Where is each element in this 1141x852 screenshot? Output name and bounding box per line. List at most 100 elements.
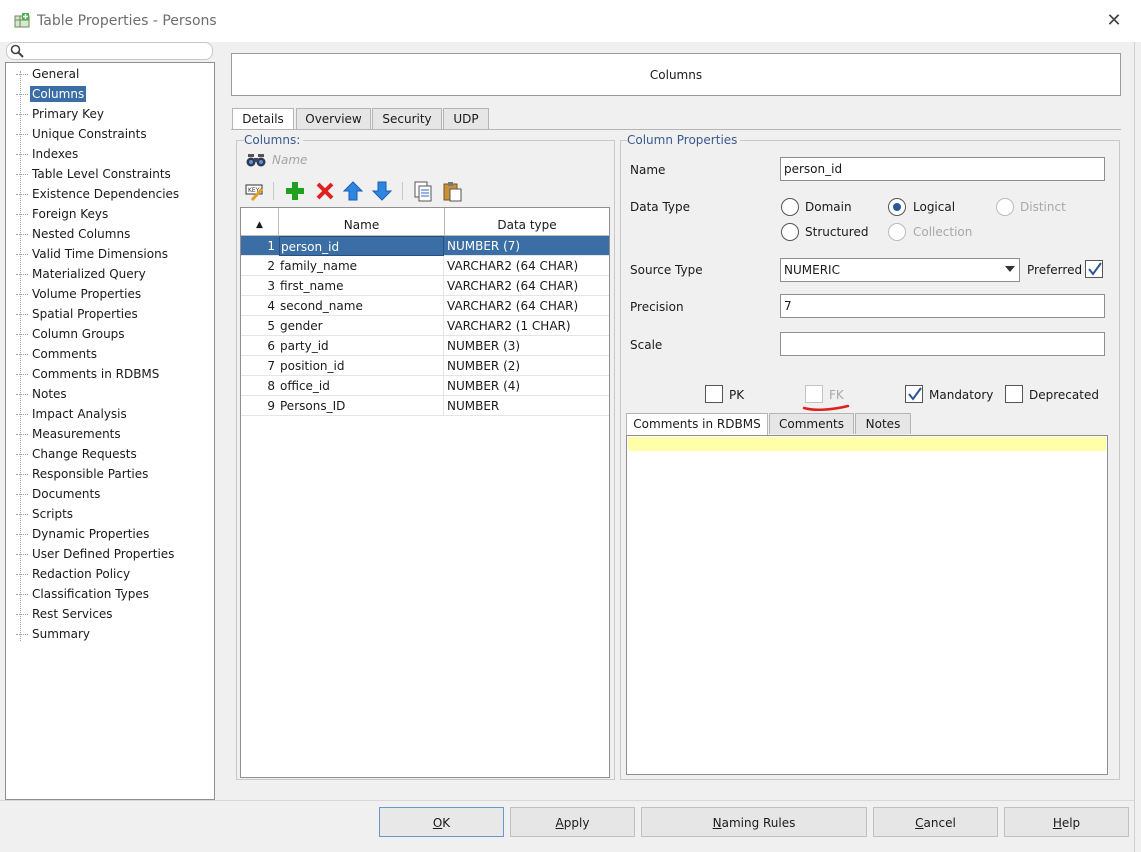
column-header-name[interactable]: Name bbox=[279, 208, 445, 236]
edit-icon[interactable]: KEY bbox=[244, 180, 266, 202]
table-row[interactable]: 5 gender VARCHAR2 (1 CHAR) bbox=[241, 316, 609, 336]
table-row[interactable]: 6 party_id NUMBER (3) bbox=[241, 336, 609, 356]
nav-item-volume-properties[interactable]: Volume Properties bbox=[16, 284, 143, 304]
nav-item-user-defined-properties[interactable]: User Defined Properties bbox=[16, 544, 176, 564]
nav-item-label: User Defined Properties bbox=[32, 547, 175, 561]
nav-item-comments[interactable]: Comments bbox=[16, 344, 99, 364]
tab-security[interactable]: Security bbox=[372, 108, 442, 129]
nav-item-classification-types[interactable]: Classification Types bbox=[16, 584, 151, 604]
paste-icon[interactable] bbox=[441, 180, 463, 202]
copy-icon[interactable] bbox=[412, 180, 434, 202]
cell-type: NUMBER (4) bbox=[447, 379, 521, 393]
precision-field[interactable]: 7 bbox=[780, 294, 1105, 318]
ok-button[interactable]: OK bbox=[379, 807, 504, 837]
table-row[interactable]: 3 first_name VARCHAR2 (64 CHAR) bbox=[241, 276, 609, 296]
comments-textarea[interactable] bbox=[626, 435, 1108, 775]
nav-item-columns[interactable]: Columns bbox=[16, 84, 87, 104]
nav-item-existence-dependencies[interactable]: Existence Dependencies bbox=[16, 184, 181, 204]
radio-structured[interactable] bbox=[781, 223, 799, 241]
nav-item-documents[interactable]: Documents bbox=[16, 484, 102, 504]
source-type-label: Source Type bbox=[630, 263, 703, 277]
nav-search-input[interactable] bbox=[6, 42, 213, 60]
cell-type: VARCHAR2 (64 CHAR) bbox=[447, 279, 579, 293]
nav-item-impact-analysis[interactable]: Impact Analysis bbox=[16, 404, 129, 424]
source-type-select[interactable]: NUMERIC bbox=[780, 258, 1020, 282]
close-icon[interactable]: ✕ bbox=[1102, 10, 1126, 32]
chevron-down-icon[interactable] bbox=[1005, 266, 1015, 272]
window-title: Table Properties - Persons bbox=[37, 13, 217, 29]
table-row[interactable]: 8 office_id NUMBER (4) bbox=[241, 376, 609, 396]
radio-collection[interactable] bbox=[888, 223, 906, 241]
pk-checkbox[interactable] bbox=[705, 385, 723, 403]
table-row[interactable]: 9 Persons_ID NUMBER bbox=[241, 396, 609, 416]
nav-item-nested-columns[interactable]: Nested Columns bbox=[16, 224, 132, 244]
nav-item-primary-key[interactable]: Primary Key bbox=[16, 104, 106, 124]
tab-comments[interactable]: Comments bbox=[769, 413, 854, 434]
cancel-button[interactable]: Cancel bbox=[873, 807, 998, 837]
name-field[interactable]: person_id bbox=[780, 157, 1105, 181]
tab-notes[interactable]: Notes bbox=[855, 413, 911, 434]
tab-overview[interactable]: Overview bbox=[296, 108, 371, 129]
table-row[interactable]: 1 person_id NUMBER (7) bbox=[241, 236, 609, 256]
row-number: 8 bbox=[267, 379, 275, 393]
column-properties-label: Column Properties bbox=[627, 133, 741, 147]
binoculars-icon[interactable] bbox=[246, 151, 266, 169]
nav-item-rest-services[interactable]: Rest Services bbox=[16, 604, 115, 624]
table-header: ▲ Name Data type bbox=[241, 208, 609, 236]
nav-item-label: Documents bbox=[32, 487, 101, 501]
radio-distinct-label: Distinct bbox=[1020, 200, 1066, 214]
help-button[interactable]: Help bbox=[1004, 807, 1129, 837]
row-number: 7 bbox=[267, 359, 275, 373]
nav-item-general[interactable]: General bbox=[16, 64, 81, 84]
nav-item-foreign-keys[interactable]: Foreign Keys bbox=[16, 204, 110, 224]
mandatory-checkbox[interactable] bbox=[905, 385, 923, 403]
cell-name: person_id bbox=[279, 236, 444, 256]
nav-item-label: Summary bbox=[32, 627, 90, 641]
sort-icon[interactable]: ▲ bbox=[241, 208, 279, 236]
nav-item-column-groups[interactable]: Column Groups bbox=[16, 324, 127, 344]
nav-item-label: Change Requests bbox=[32, 447, 137, 461]
radio-distinct[interactable] bbox=[996, 198, 1014, 216]
preferred-label: Preferred bbox=[1027, 263, 1083, 277]
nav-item-notes[interactable]: Notes bbox=[16, 384, 69, 404]
move-up-icon[interactable] bbox=[342, 180, 364, 202]
nav-item-materialized-query[interactable]: Materialized Query bbox=[16, 264, 148, 284]
radio-domain[interactable] bbox=[781, 198, 799, 216]
nav-item-label: Impact Analysis bbox=[32, 407, 127, 421]
nav-item-unique-constraints[interactable]: Unique Constraints bbox=[16, 124, 149, 144]
radio-logical[interactable] bbox=[888, 198, 906, 216]
nav-item-label: Column Groups bbox=[32, 327, 125, 341]
preferred-checkbox[interactable] bbox=[1085, 260, 1103, 278]
nav-item-responsible-parties[interactable]: Responsible Parties bbox=[16, 464, 150, 484]
cell-name: position_id bbox=[279, 356, 444, 376]
apply-button[interactable]: Apply bbox=[510, 807, 635, 837]
pk-label: PK bbox=[729, 388, 745, 402]
nav-item-valid-time-dimensions[interactable]: Valid Time Dimensions bbox=[16, 244, 170, 264]
nav-item-comments-in-rdbms[interactable]: Comments in RDBMS bbox=[16, 364, 161, 384]
table-row[interactable]: 4 second_name VARCHAR2 (64 CHAR) bbox=[241, 296, 609, 316]
deprecated-checkbox[interactable] bbox=[1005, 385, 1023, 403]
naming-rules-button[interactable]: Naming Rules bbox=[641, 807, 867, 837]
nav-item-indexes[interactable]: Indexes bbox=[16, 144, 80, 164]
column-filter-input[interactable]: Name bbox=[272, 153, 307, 167]
nav-item-scripts[interactable]: Scripts bbox=[16, 504, 75, 524]
add-icon[interactable] bbox=[284, 180, 306, 202]
delete-icon[interactable] bbox=[314, 180, 336, 202]
red-underline-annotation bbox=[802, 404, 850, 411]
column-header-type[interactable]: Data type bbox=[445, 208, 609, 236]
move-down-icon[interactable] bbox=[371, 180, 393, 202]
nav-item-change-requests[interactable]: Change Requests bbox=[16, 444, 139, 464]
nav-item-spatial-properties[interactable]: Spatial Properties bbox=[16, 304, 140, 324]
table-row[interactable]: 2 family_name VARCHAR2 (64 CHAR) bbox=[241, 256, 609, 276]
nav-item-summary[interactable]: Summary bbox=[16, 624, 92, 644]
nav-item-label: General bbox=[32, 67, 80, 81]
nav-item-measurements[interactable]: Measurements bbox=[16, 424, 123, 444]
nav-item-redaction-policy[interactable]: Redaction Policy bbox=[16, 564, 132, 584]
tab-details[interactable]: Details bbox=[232, 108, 294, 130]
tab-comments-in-rdbms[interactable]: Comments in RDBMS bbox=[626, 413, 768, 435]
tab-udp[interactable]: UDP bbox=[443, 108, 489, 129]
scale-field[interactable] bbox=[780, 332, 1105, 356]
nav-item-table-level-constraints[interactable]: Table Level Constraints bbox=[16, 164, 173, 184]
table-row[interactable]: 7 position_id NUMBER (2) bbox=[241, 356, 609, 376]
nav-item-dynamic-properties[interactable]: Dynamic Properties bbox=[16, 524, 151, 544]
